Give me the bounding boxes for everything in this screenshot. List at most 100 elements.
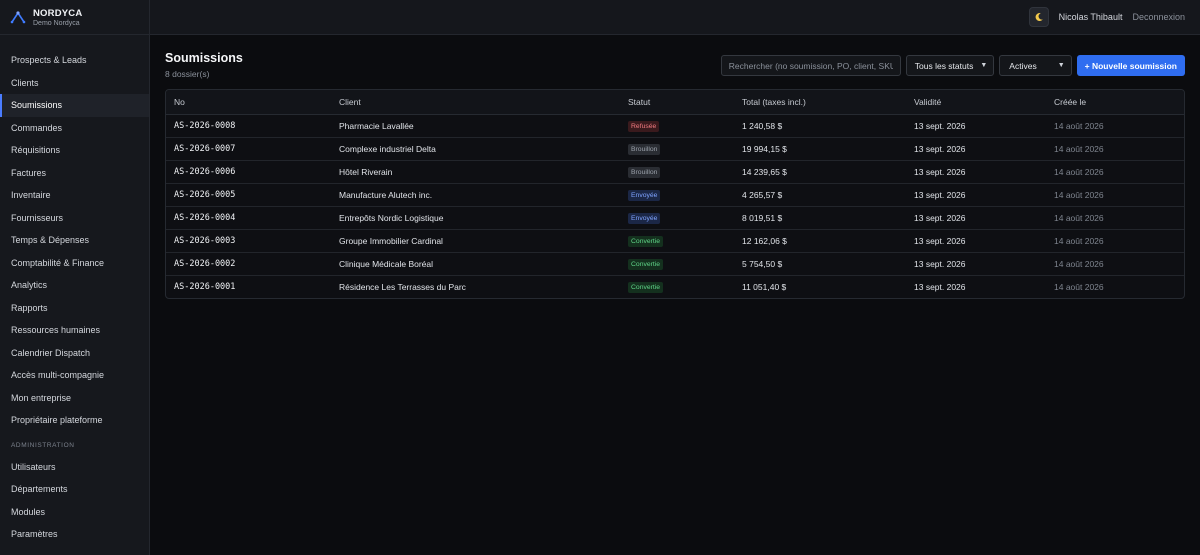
status-filter-value: Tous les statuts [914, 60, 974, 71]
sidebar-item-rapports[interactable]: Rapports [0, 297, 149, 320]
total-amount: 5 754,50 $ [734, 252, 906, 276]
page-title: Soumissions [165, 51, 243, 65]
status-cell: Envoyée [620, 206, 734, 230]
client-name: Résidence Les Terrasses du Parc [339, 281, 466, 292]
user-name[interactable]: Nicolas Thibault [1059, 12, 1123, 22]
status-cell: Envoyée [620, 183, 734, 207]
status-badge: Brouillon [628, 143, 661, 155]
sidebar-item-temps-depenses[interactable]: Temps & Dépenses [0, 229, 149, 252]
validity-date: 13 sept. 2026 [906, 206, 1046, 230]
brand-subtitle: Demo Nordyca [33, 19, 80, 27]
sidebar-item-ressources-humaines[interactable]: Ressources humaines [0, 319, 149, 342]
search-input[interactable] [720, 55, 901, 76]
moon-icon [1035, 13, 1043, 22]
sidebar-item-requisitions[interactable]: Réquisitions [0, 139, 149, 162]
sidebar-item-acces-multi-compagnie[interactable]: Accès multi-compagnie [0, 364, 149, 387]
table-row[interactable]: AS-2026-0001 Résidence Les Terrasses du P… [166, 275, 1184, 298]
sidebar-item-parametres[interactable]: Paramètres [0, 523, 149, 546]
table-row[interactable]: AS-2026-0006 Hôtel Riverain Brouillon 14 23… [166, 160, 1184, 184]
created-date: 14 août 2026 [1046, 252, 1184, 276]
total-amount: 4 265,57 $ [734, 183, 906, 207]
table-row[interactable]: AS-2026-0007 Complexe industriel Delta Bro… [166, 137, 1184, 161]
active-filter-select[interactable]: Actives ▼ [999, 55, 1072, 76]
sidebar-item-mon-entreprise[interactable]: Mon entreprise [0, 387, 149, 410]
created-date: 14 août 2026 [1046, 206, 1184, 230]
table-row[interactable]: AS-2026-0003 Groupe Immobilier Cardinal Co… [166, 229, 1184, 253]
sidebar-item-commandes[interactable]: Commandes [0, 117, 149, 140]
sidebar-item-inventaire[interactable]: Inventaire [0, 184, 149, 207]
created-date: 14 août 2026 [1046, 137, 1184, 161]
sidebar-item-calendrier-dispatch[interactable]: Calendrier Dispatch [0, 342, 149, 365]
client-name: Groupe Immobilier Cardinal [331, 229, 620, 253]
column-header-no[interactable]: No [166, 90, 331, 115]
sidebar-item-comptabilite-finance[interactable]: Comptabilité & Finance [0, 252, 149, 275]
total-amount: 14 239,65 $ [734, 160, 906, 184]
total-amount: 12 162,06 $ [734, 229, 906, 253]
quote-number: AS-2026-0002 [166, 252, 331, 276]
sidebar-item-departements[interactable]: Départements [0, 478, 149, 501]
client-name: Complexe industriel Delta [331, 137, 620, 161]
sidebar-item-soumissions[interactable]: Soumissions [0, 94, 149, 117]
page-header: Soumissions 8 dossier(s) Tous les statut… [165, 35, 1185, 89]
validity-date: 13 sept. 2026 [906, 183, 1046, 207]
sidebar-item-proprietaire-plateforme[interactable]: Propriétaire plateforme [0, 409, 149, 432]
active-filter-value: Actives [1009, 60, 1037, 71]
logout-link[interactable]: Deconnexion [1132, 12, 1185, 22]
client-name: Entrepôts Nordic Logistique [331, 206, 620, 230]
sidebar-item-analytics[interactable]: Analytics [0, 274, 149, 297]
sidebar-item-fournisseurs[interactable]: Fournisseurs [0, 207, 149, 230]
sidebar: NORDYCA Demo Nordyca Prospects & Leads Cl… [0, 0, 150, 555]
validity-date: 13 sept. 2026 [914, 281, 966, 292]
quotes-table: No Client Statut Total (taxes incl.) Validit… [165, 89, 1185, 299]
record-count: 8 dossier(s) [165, 69, 210, 79]
client-name: Hôtel Riverain [331, 160, 620, 184]
brand[interactable]: NORDYCA Demo Nordyca [0, 0, 149, 35]
validity-date: 13 sept. 2026 [906, 229, 1046, 253]
main-content: Soumissions 8 dossier(s) Tous les statut… [165, 35, 1185, 299]
sidebar-item-prospects-leads[interactable]: Prospects & Leads [0, 49, 149, 72]
table-row[interactable]: AS-2026-0002 Clinique Médicale Boréal Conv… [166, 252, 1184, 276]
status-badge: Envoyée [628, 189, 661, 201]
created-date: 14 août 2026 [1046, 114, 1184, 138]
table-row[interactable]: AS-2026-0004 Entrepôts Nordic Logistique E… [166, 206, 1184, 230]
column-header-total-taxes-incl[interactable]: Total (taxes incl.) [734, 90, 906, 115]
table-row[interactable]: AS-2026-0005 Manufacture Alutech inc. Envo… [166, 183, 1184, 207]
total-amount: 19 994,15 $ [734, 137, 906, 161]
total-amount: 11 051,40 $ [742, 281, 787, 292]
new-quote-button[interactable]: + Nouvelle soumission [1076, 55, 1185, 76]
quote-number: AS-2026-0006 [166, 160, 331, 184]
table-header-row: No Client Statut Total (taxes incl.) Validit… [166, 90, 1184, 115]
status-filter-select[interactable]: Tous les statuts ▼ [905, 55, 995, 76]
chevron-down-icon: ▼ [980, 62, 988, 69]
status-badge: Envoyée [628, 212, 661, 224]
status-cell: Convertie [620, 229, 734, 253]
sidebar-item-clients[interactable]: Clients [0, 72, 149, 95]
column-header-creee-le[interactable]: Créée le [1046, 90, 1184, 115]
status-cell: Convertie [620, 252, 734, 276]
quote-number: AS-2026-0003 [166, 229, 331, 253]
status-cell: Convertie [620, 275, 734, 298]
status-badge: Convertie [628, 235, 664, 247]
quote-number: AS-2026-0005 [166, 183, 331, 207]
column-header-client[interactable]: Client [331, 90, 620, 115]
sidebar-item-modules[interactable]: Modules [0, 501, 149, 524]
status-badge: Convertie [628, 281, 664, 293]
theme-toggle-button[interactable] [1028, 7, 1049, 27]
sidebar-item-utilisateurs[interactable]: Utilisateurs [0, 456, 149, 479]
total-amount: 8 019,51 $ [734, 206, 906, 230]
validity-date: 13 sept. 2026 [906, 137, 1046, 161]
sidebar-nav: Prospects & Leads Clients Soumissions Comma… [0, 35, 149, 546]
column-header-validite[interactable]: Validité [906, 90, 1046, 115]
client-name: Pharmacie Lavallée [331, 114, 620, 138]
created-date: 14 août 2026 [1054, 281, 1104, 292]
client-name: Manufacture Alutech inc. [331, 183, 620, 207]
total-amount: 1 240,58 $ [734, 114, 906, 138]
status-cell: Brouillon [620, 160, 734, 184]
quote-number: AS-2026-0008 [166, 114, 331, 138]
created-date: 14 août 2026 [1046, 160, 1184, 184]
created-date: 14 août 2026 [1046, 183, 1184, 207]
chevron-down-icon: ▼ [1057, 62, 1065, 69]
column-header-statut[interactable]: Statut [620, 90, 734, 115]
sidebar-item-factures[interactable]: Factures [0, 162, 149, 185]
table-row[interactable]: AS-2026-0008 Pharmacie Lavallée Refusée 1 2… [166, 114, 1184, 138]
